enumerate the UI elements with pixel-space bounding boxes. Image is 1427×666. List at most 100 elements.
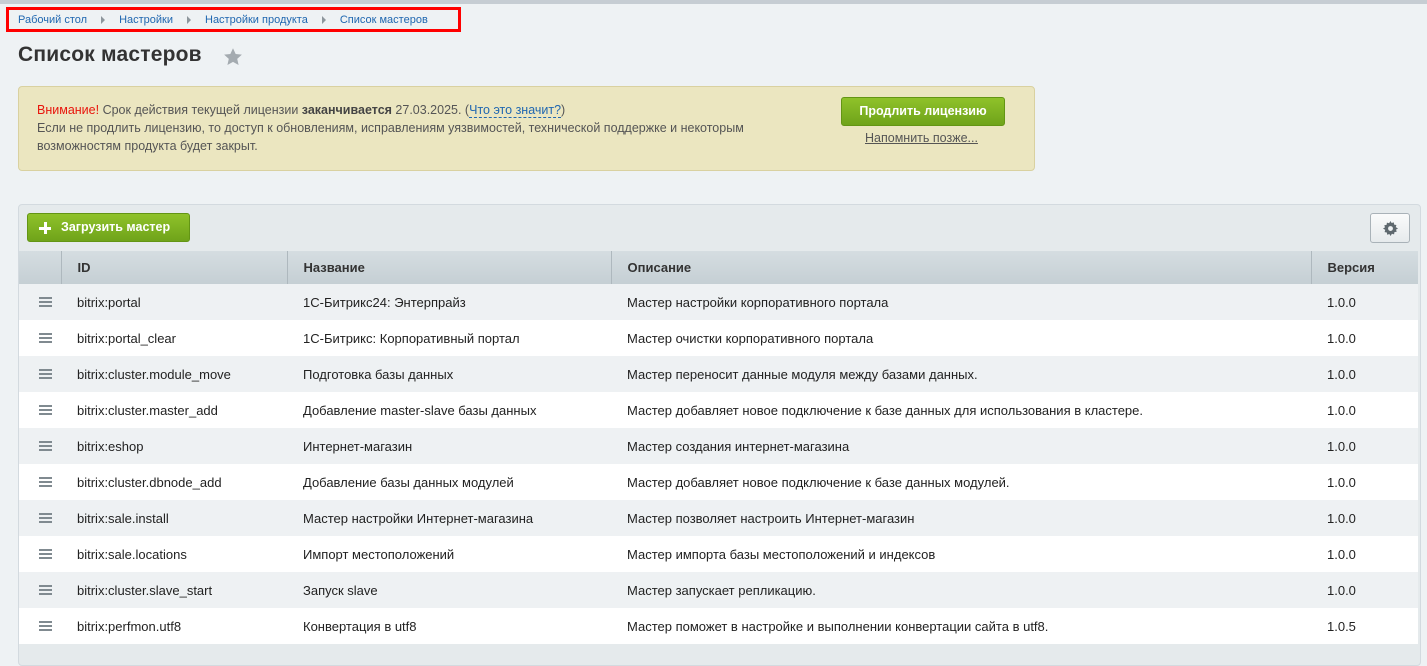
row-menu-icon[interactable] [39,477,52,487]
cell-id: bitrix:sale.install [61,500,287,536]
cell-version: 1.0.5 [1311,608,1418,644]
table-row[interactable]: bitrix:sale.locations Импорт местоположен… [19,536,1418,572]
row-menu-icon[interactable] [39,369,52,379]
column-header-name[interactable]: Название [287,251,612,284]
cell-description: Мастер импорта базы местоположений и инд… [611,536,1311,572]
row-actions-cell[interactable] [19,284,61,320]
cell-description: Мастер позволяет настроить Интернет-мага… [611,500,1311,536]
breadcrumb-item-desktop[interactable]: Рабочий стол [18,14,87,26]
row-menu-icon[interactable] [39,621,52,631]
cell-name: Запуск slave [287,572,611,608]
table-row[interactable]: bitrix:cluster.module_move Подготовка баз… [19,356,1418,392]
license-warning-banner: Внимание! Срок действия текущей лицензии… [18,86,1035,171]
row-menu-icon[interactable] [39,297,52,307]
cell-id: bitrix:cluster.slave_start [61,572,287,608]
cell-id: bitrix:cluster.module_move [61,356,287,392]
license-warning-text: Внимание! Срок действия текущей лицензии… [37,101,827,155]
cell-id: bitrix:sale.locations [61,536,287,572]
table-row[interactable]: bitrix:portal_clear 1С-Битрикс: Корпорати… [19,320,1418,356]
cell-description: Мастер настройки корпоративного портала [611,284,1311,320]
cell-name: Добавление базы данных модулей [287,464,611,500]
row-actions-cell[interactable] [19,536,61,572]
license-expiry-date: 27.03.2025. ( [391,103,470,117]
breadcrumb-separator-icon [187,15,191,24]
breadcrumb-separator-icon [101,15,106,24]
breadcrumb-item-settings[interactable]: Настройки [119,14,173,26]
table-row[interactable]: bitrix:perfmon.utf8 Конвертация в utf8 Мас… [19,608,1418,644]
license-close-paren: ) [561,103,566,117]
cell-version: 1.0.0 [1311,572,1418,608]
row-actions-cell[interactable] [19,428,61,464]
cell-name: 1С-Битрикс: Корпоративный портал [287,320,611,356]
row-menu-icon[interactable] [39,405,52,415]
grid-settings-button[interactable] [1370,213,1410,243]
table-row[interactable]: bitrix:eshop Интернет-магазин Мастер созда… [19,428,1418,464]
cell-version: 1.0.0 [1311,284,1418,320]
cell-description: Мастер добавляет новое подключение к баз… [611,464,1311,500]
cell-name: Подготовка базы данных [287,356,611,392]
cell-id: bitrix:portal_clear [61,320,287,356]
row-actions-cell[interactable] [19,356,61,392]
license-text-part: Срок действия текущей лицензии [99,103,302,117]
row-menu-icon[interactable] [39,513,52,523]
table-row[interactable]: bitrix:cluster.master_add Добавление mast… [19,392,1418,428]
cell-version: 1.0.0 [1311,428,1418,464]
cell-id: bitrix:cluster.master_add [61,392,287,428]
plus-icon [39,221,51,234]
cell-description: Мастер создания интернет-магазина [611,428,1311,464]
cell-id: bitrix:perfmon.utf8 [61,608,287,644]
cell-name: Конвертация в utf8 [287,608,611,644]
row-actions-cell[interactable] [19,392,61,428]
cell-description: Мастер добавляет новое подключение к баз… [611,392,1311,428]
cell-id: bitrix:cluster.dbnode_add [61,464,287,500]
license-warning-label: Внимание! [37,103,100,117]
cell-description: Мастер переносит данные модуля между баз… [611,356,1311,392]
table-row[interactable]: bitrix:portal 1С-Битрикс24: Энтерпрайз Мас… [19,284,1418,320]
cell-version: 1.0.0 [1311,464,1418,500]
column-header-description[interactable]: Описание [611,251,1312,284]
cell-id: bitrix:portal [61,284,287,320]
row-actions-cell[interactable] [19,572,61,608]
wizard-table: ID Название Описание Версия bitrix:porta… [19,251,1418,644]
remind-later-link[interactable]: Напомнить позже... [865,131,978,145]
cell-name: Мастер настройки Интернет-магазина [287,500,611,536]
cell-version: 1.0.0 [1311,500,1418,536]
cell-description: Мастер поможет в настройке и выполнении … [611,608,1311,644]
breadcrumb-separator-icon [321,15,326,24]
cell-version: 1.0.0 [1311,536,1418,572]
row-actions-cell[interactable] [19,464,61,500]
cell-name: Импорт местоположений [287,536,611,572]
cell-description: Мастер очистки корпоративного портала [611,320,1311,356]
upload-wizard-label: Загрузить мастер [61,220,171,234]
row-menu-icon[interactable] [39,441,52,451]
breadcrumb-item-product-settings[interactable]: Настройки продукта [205,14,308,26]
favorite-star-icon[interactable] [222,46,244,68]
row-actions-cell[interactable] [19,500,61,536]
license-consequence-text: Если не продлить лицензию, то доступ к о… [37,121,744,153]
table-row[interactable]: bitrix:cluster.slave_start Запуск slave Ма… [19,572,1418,608]
cell-id: bitrix:eshop [61,428,287,464]
table-row[interactable]: bitrix:cluster.dbnode_add Добавление базы… [19,464,1418,500]
column-header-version[interactable]: Версия [1311,251,1418,284]
cell-version: 1.0.0 [1311,320,1418,356]
cell-version: 1.0.0 [1311,356,1418,392]
renew-license-button[interactable]: Продлить лицензию [841,97,1005,126]
cell-version: 1.0.0 [1311,392,1418,428]
what-does-it-mean-link[interactable]: Что это значит? [469,103,562,118]
row-menu-icon[interactable] [39,549,52,559]
page-title: Список мастеров [18,43,202,66]
row-actions-cell[interactable] [19,608,61,644]
gear-icon [1383,221,1398,236]
cell-name: Интернет-магазин [287,428,611,464]
row-menu-icon[interactable] [39,333,52,343]
license-expires-label: заканчивается [301,103,392,117]
row-menu-icon[interactable] [39,585,52,595]
upload-wizard-button[interactable]: Загрузить мастер [27,213,190,242]
breadcrumb-item-wizard-list[interactable]: Список мастеров [340,14,428,26]
table-header-row: ID Название Описание Версия [19,251,1418,284]
table-row[interactable]: bitrix:sale.install Мастер настройки Инте… [19,500,1418,536]
column-header-id[interactable]: ID [61,251,288,284]
wizard-grid-panel: Загрузить мастер ID Название Описание Ве… [18,204,1421,666]
top-border [0,0,1427,4]
row-actions-cell[interactable] [19,320,61,356]
